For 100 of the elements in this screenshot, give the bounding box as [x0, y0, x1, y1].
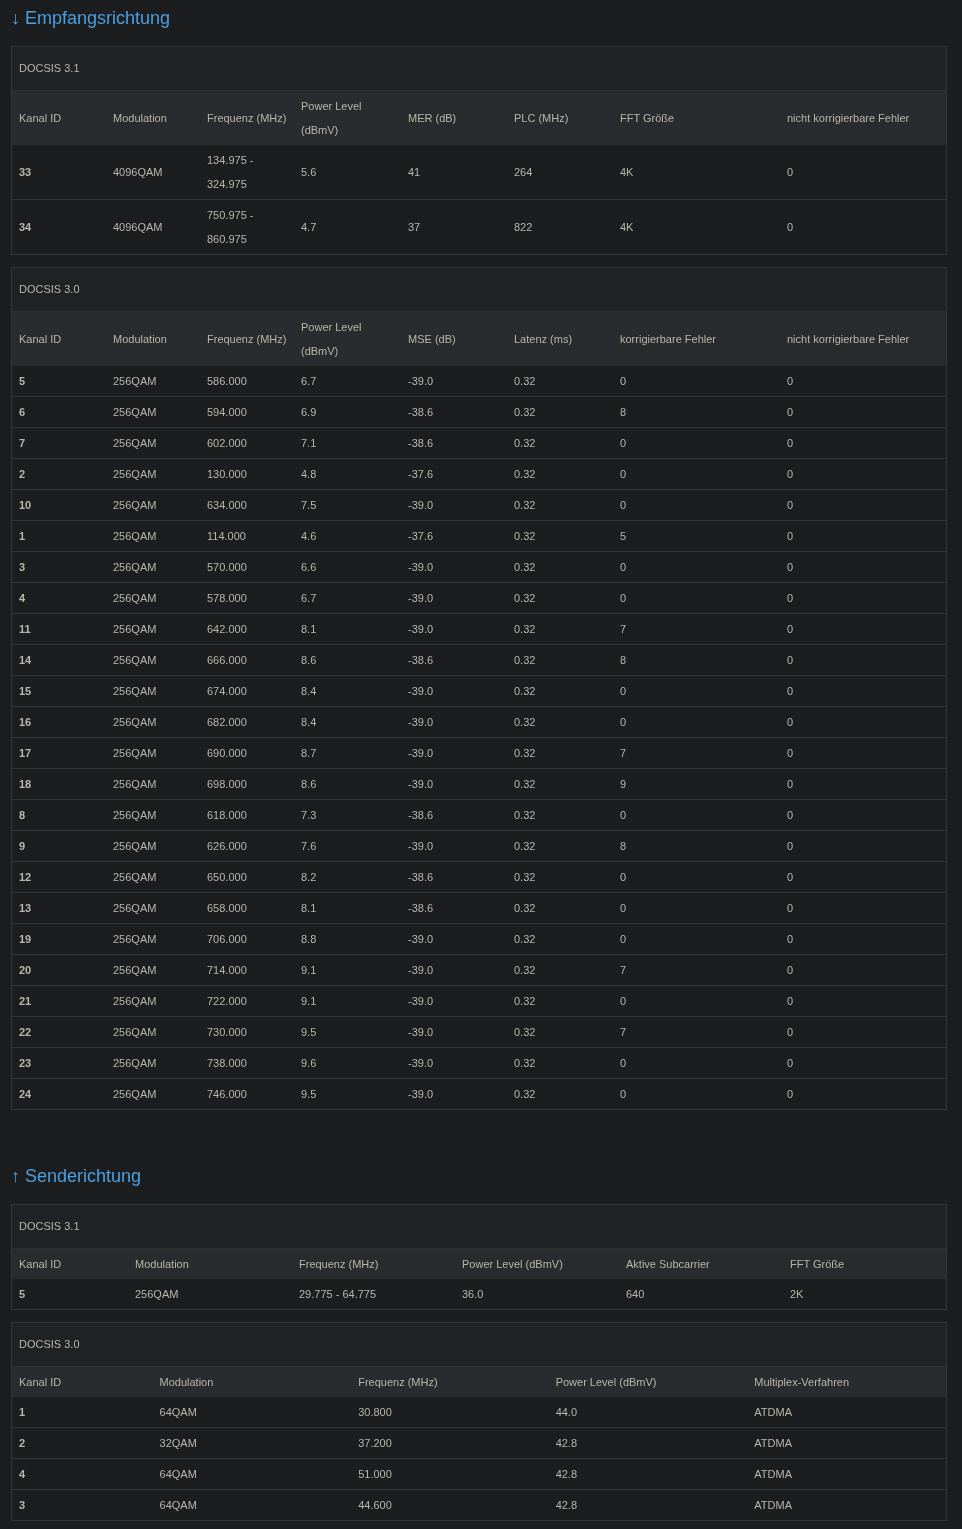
table-cell: 256QAM [106, 1016, 200, 1048]
column-header: FFT Größe [783, 1249, 946, 1279]
column-header: Power Level (dBmV) [294, 312, 401, 366]
table-cell: 2 [12, 1427, 153, 1459]
table-cell: -39.0 [401, 366, 507, 397]
section-title: ↓ Empfangsrichtung [11, 7, 171, 30]
table-cell: -38.6 [401, 892, 507, 924]
table-cell: 0.32 [507, 520, 613, 552]
table-cell: 256QAM [106, 892, 200, 924]
column-header: nicht korrigierbare Fehler [780, 91, 946, 145]
table-cell: -38.6 [401, 427, 507, 459]
table-cell: 7 [12, 427, 106, 459]
table-cell: 0 [613, 489, 780, 521]
table-cell: 0 [613, 675, 780, 707]
table-cell: 7.6 [294, 830, 401, 862]
table-cell: 0.32 [507, 489, 613, 521]
table-cell: 14 [12, 644, 106, 676]
table-cell: 9 [613, 768, 780, 800]
table-cell: 9.1 [294, 985, 401, 1017]
table-cell: -39.0 [401, 954, 507, 986]
table-cell: 64QAM [152, 1458, 352, 1490]
table-cell: 0 [780, 582, 946, 614]
table-cell: 650.000 [200, 861, 294, 893]
table-cell: 618.000 [200, 799, 294, 831]
table-cell: -39.0 [401, 1047, 507, 1079]
table-cell: 714.000 [200, 954, 294, 986]
table-cell: 0 [780, 706, 946, 738]
table-cell: 256QAM [106, 582, 200, 614]
table-cell: -38.6 [401, 396, 507, 428]
table-cell: 19 [12, 923, 106, 955]
column-header: MER (dB) [401, 91, 507, 145]
table-cell: 3 [12, 551, 106, 583]
column-header: PLC (MHz) [507, 91, 613, 145]
table-cell: 17 [12, 737, 106, 769]
column-header: nicht korrigierbare Fehler [780, 312, 946, 366]
table-cell: 256QAM [106, 675, 200, 707]
table-cell: 44.0 [548, 1397, 748, 1428]
column-header: Aktive Subcarrier [619, 1249, 783, 1279]
table-cell: 51.000 [351, 1458, 549, 1490]
column-header: Frequenz (MHz) [200, 312, 294, 366]
table-cell: 0.32 [507, 1016, 613, 1048]
column-header: Power Level (dBmV) [294, 91, 401, 145]
table-cell: -37.6 [401, 520, 507, 552]
table-cell: 634.000 [200, 489, 294, 521]
table-cell: 0 [780, 799, 946, 831]
table-cell: 10 [12, 489, 106, 521]
table-cell: 706.000 [200, 923, 294, 955]
table-cell: 9 [12, 830, 106, 862]
table-cell: 23 [12, 1047, 106, 1079]
column-header: Frequenz (MHz) [292, 1249, 455, 1279]
table-cell: 256QAM [106, 489, 200, 521]
table-cell: 64QAM [152, 1397, 352, 1428]
table-cell: 256QAM [106, 644, 200, 676]
table-cell: 0 [780, 675, 946, 707]
column-header: Frequenz (MHz) [200, 91, 294, 145]
table-cell: ATDMA [747, 1458, 946, 1490]
table-cell: 8.7 [294, 737, 401, 769]
table-cell: 1 [12, 1397, 153, 1428]
column-header: Multiplex-Verfahren [747, 1367, 946, 1397]
table-cell: 8.4 [294, 675, 401, 707]
table-cell: 738.000 [200, 1047, 294, 1079]
section-title: ↑ Senderichtung [11, 1165, 142, 1188]
table-cell: 0 [613, 551, 780, 583]
table-cell: 256QAM [106, 1047, 200, 1079]
table-cell: 21 [12, 985, 106, 1017]
table-cell: 256QAM [106, 830, 200, 862]
table-cell: 7.5 [294, 489, 401, 521]
table-cell: 7 [613, 1016, 780, 1048]
column-header: korrigierbare Fehler [613, 312, 780, 366]
table-cell: 0 [780, 644, 946, 676]
table-cell: 134.975 - 324.975 [200, 145, 294, 200]
column-header: Modulation [152, 1367, 352, 1397]
table-cell: 658.000 [200, 892, 294, 924]
table-cell: 256QAM [106, 954, 200, 986]
table-cell: 256QAM [106, 427, 200, 459]
table-cell: 0.32 [507, 427, 613, 459]
column-header: Kanal ID [12, 1249, 128, 1279]
column-header: Modulation [128, 1249, 292, 1279]
table-cell: 256QAM [106, 985, 200, 1017]
table-cell: 7 [613, 737, 780, 769]
table-cell: 4K [613, 145, 780, 200]
table-cell: 642.000 [200, 613, 294, 645]
table-cell: 730.000 [200, 1016, 294, 1048]
table-cell: 578.000 [200, 582, 294, 614]
table-cell: 16 [12, 706, 106, 738]
table-cell: 8.6 [294, 768, 401, 800]
table-cell: 8 [12, 799, 106, 831]
column-header: Kanal ID [12, 1367, 153, 1397]
table-cell: 5.6 [294, 145, 401, 200]
table-cell: 11 [12, 613, 106, 645]
table-cell: 0.32 [507, 706, 613, 738]
table-cell: -39.0 [401, 1016, 507, 1048]
table-cell: 0.32 [507, 396, 613, 428]
table-cell: 42.8 [548, 1458, 748, 1490]
table-cell: 7 [613, 613, 780, 645]
table-cell: 0 [780, 985, 946, 1017]
table-cell: 602.000 [200, 427, 294, 459]
table-cell: 586.000 [200, 366, 294, 397]
table-cell: 0.32 [507, 954, 613, 986]
table-cell: 9.5 [294, 1016, 401, 1048]
